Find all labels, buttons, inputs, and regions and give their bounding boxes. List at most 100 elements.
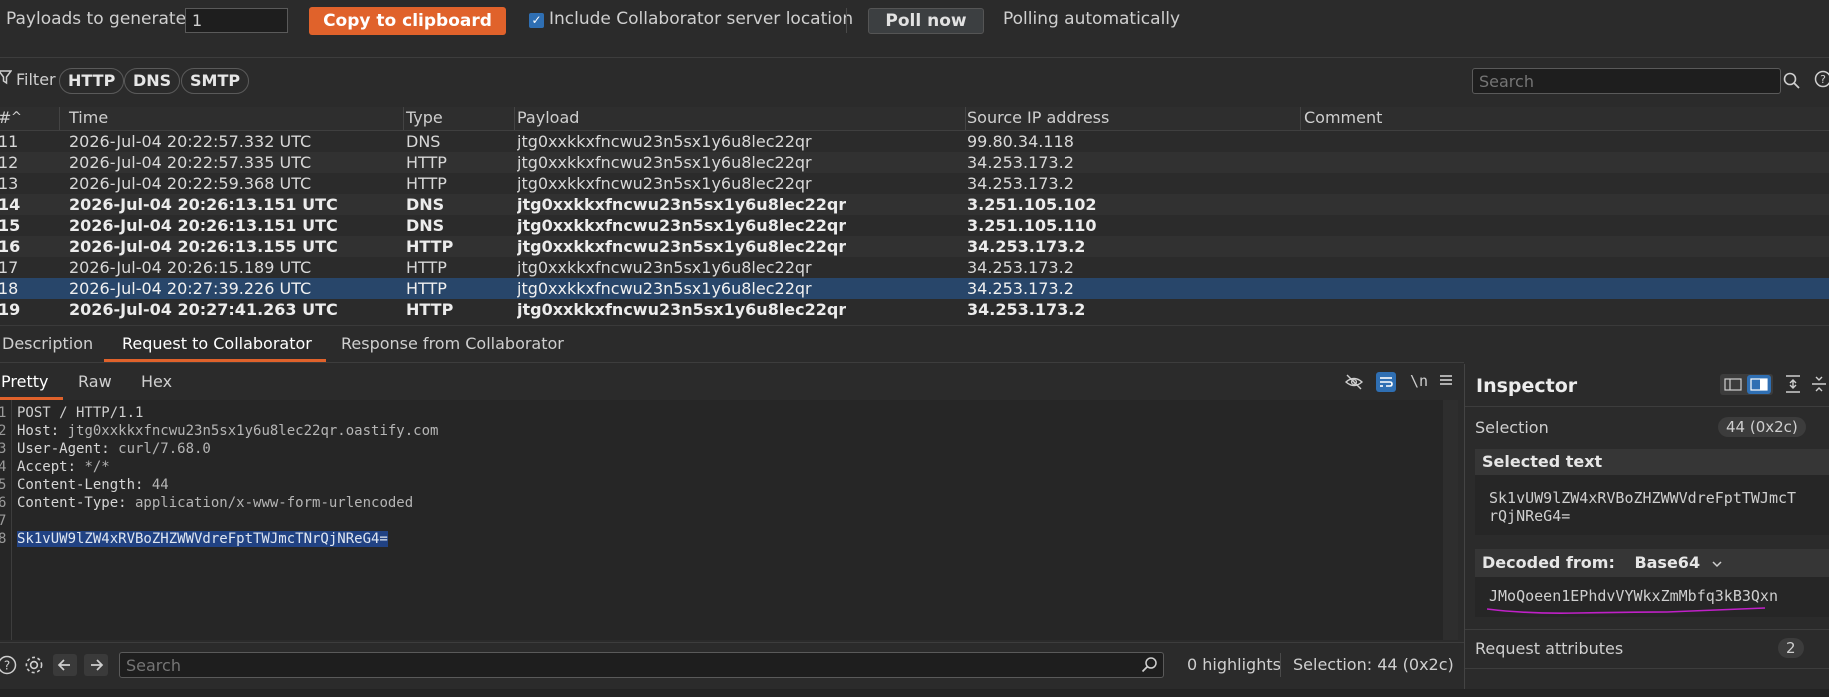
chevron-down-icon[interactable] [1712,553,1722,572]
cell-source-ip: 34.253.173.2 [967,279,1074,298]
header-value: curl/7.68.0 [109,441,211,457]
cell-payload: jtg0xxkkxfncwu23n5sx1y6u8lec22qr [517,216,847,235]
cell-type: HTTP [406,153,447,172]
cell-payload: jtg0xxkkxfncwu23n5sx1y6u8lec22qr [517,237,847,256]
tab-hex[interactable]: Hex [141,372,172,391]
column-divider[interactable] [59,107,60,130]
help-icon[interactable]: ? [1814,70,1829,92]
collapse-icon[interactable] [1811,374,1827,398]
header-name: User-Agent: [17,441,110,457]
cell-payload: jtg0xxkkxfncwu23n5sx1y6u8lec22qr [517,174,812,193]
cell-payload: jtg0xxkkxfncwu23n5sx1y6u8lec22qr [517,279,812,298]
request-attributes-row[interactable]: Request attributes 2 [1465,630,1829,668]
request-body-selected: Sk1vUW9lZW4xRVBoZHZWWVdreFptTWJmcTNrQjNR… [17,531,388,547]
next-match-icon[interactable] [84,654,108,676]
layout-horizontal-icon[interactable] [1724,377,1742,396]
cell-num: 16 [0,237,21,256]
layout-toggle[interactable] [1720,374,1773,395]
cell-time: 2026-Jul-04 20:27:39.226 UTC [69,279,312,298]
request-line: Content-Length: 44 [17,476,169,494]
request-editor[interactable]: 1 POST / HTTP/1.1 2 Host: jtg0xxkkxfncwu23n… [0,400,1458,640]
col-header-type[interactable]: Type [406,107,443,129]
help-icon[interactable]: ? [0,655,17,679]
word-wrap-icon[interactable] [1376,372,1396,392]
table-row[interactable]: 15 2026-Jul-04 20:26:13.151 UTC DNS jtg0xxk… [0,215,1829,236]
table-row[interactable]: 14 2026-Jul-04 20:26:13.151 UTC DNS jtg0xxk… [0,194,1829,215]
filter-chip-smtp[interactable]: SMTP [181,68,250,94]
table-row[interactable]: 13 2026-Jul-04 20:22:59.368 UTC HTTP jtg0xx… [0,173,1829,194]
poll-now-button[interactable]: Poll now [868,8,984,34]
line-number: 7 [0,513,7,529]
cell-num: 18 [0,279,19,298]
cell-payload: jtg0xxkkxfncwu23n5sx1y6u8lec22qr [517,153,812,172]
expand-icon[interactable] [1785,374,1801,398]
cell-source-ip: 99.80.34.118 [967,132,1074,151]
column-divider[interactable] [403,107,404,130]
divider [1465,406,1829,407]
decoded-value: JMoQoeen1EPhdvVYWkxZmMbfq3kB3Qxn [1489,587,1778,605]
menu-icon[interactable] [1439,372,1453,392]
table-row[interactable]: 11 2026-Jul-04 20:22:57.332 UTC DNS jtg0xxk… [0,131,1829,152]
filter-chip-dns[interactable]: DNS [124,68,181,94]
table-row[interactable]: 16 2026-Jul-04 20:26:13.155 UTC HTTP jtg0xx… [0,236,1829,257]
table-row[interactable]: 18 2026-Jul-04 20:27:39.226 UTC HTTP jtg0xx… [0,278,1829,299]
layout-vertical-icon[interactable] [1747,375,1771,394]
editor-search-input[interactable] [119,652,1164,678]
gear-icon[interactable] [23,654,45,680]
previous-match-icon[interactable] [53,654,77,676]
cell-payload: jtg0xxkkxfncwu23n5sx1y6u8lec22qr [517,132,812,151]
copy-to-clipboard-button[interactable]: Copy to clipboard [309,7,506,35]
tab-description[interactable]: Description [2,334,93,353]
search-icon[interactable] [1783,72,1801,94]
col-header-source-ip[interactable]: Source IP address [967,107,1109,129]
cell-payload: jtg0xxkkxfncwu23n5sx1y6u8lec22qr [517,300,847,319]
decoded-from-header[interactable]: Decoded from: Base64 [1475,549,1829,577]
cell-type: HTTP [406,300,454,319]
selected-text-title: Selected text [1482,452,1603,471]
search-icon[interactable] [1141,656,1158,677]
tab-request-to-collaborator[interactable]: Request to Collaborator [122,334,312,353]
col-header-time[interactable]: Time [69,107,108,129]
status-strip [0,689,1829,697]
divider [1465,668,1829,669]
decoding-format-select[interactable]: Base64 [1634,553,1700,572]
col-header-num[interactable]: # [0,107,11,129]
table-row[interactable]: 19 2026-Jul-04 20:27:41.263 UTC HTTP jtg0xx… [0,299,1829,320]
cell-source-ip: 34.253.173.2 [967,153,1074,172]
filter-chip-http[interactable]: HTTP [59,68,125,94]
tab-raw[interactable]: Raw [78,372,112,391]
header-value: */* [76,459,110,475]
column-divider[interactable] [965,107,966,130]
cell-source-ip: 34.253.173.2 [967,258,1074,277]
table-search-input[interactable] [1472,68,1781,94]
filter-label[interactable]: Filter [16,70,56,89]
cell-type: HTTP [406,174,447,193]
editor-scrollbar[interactable] [1443,400,1458,640]
newline-toggle-icon[interactable]: \n [1410,372,1428,390]
request-line: POST / HTTP/1.1 [17,404,143,422]
view-tabs: Pretty Raw Hex \n [0,364,1464,400]
selected-text-box[interactable]: Sk1vUW9lZW4xRVBoZHZWWVdreFptTWJmcT rQjNR… [1475,475,1829,535]
include-location-checkbox[interactable]: ✓ [529,13,544,28]
column-divider[interactable] [1300,107,1301,130]
cell-num: 19 [0,300,21,319]
sort-ascending-icon: ^ [11,110,22,125]
hide-non-printable-icon[interactable] [1344,374,1364,394]
cell-time: 2026-Jul-04 20:22:57.335 UTC [69,153,312,172]
selected-text-header[interactable]: Selected text [1475,449,1829,475]
payloads-count-input[interactable] [185,8,288,33]
table-row[interactable]: 12 2026-Jul-04 20:22:57.335 UTC HTTP jtg0xx… [0,152,1829,173]
tab-pretty[interactable]: Pretty [1,372,48,391]
cell-num: 11 [0,132,19,151]
top-toolbar: Payloads to generate: Copy to clipboard … [0,0,1829,42]
col-header-payload[interactable]: Payload [517,107,579,129]
column-divider[interactable] [514,107,515,130]
selected-text-line: Sk1vUW9lZW4xRVBoZHZWWVdreFptTWJmcT [1489,489,1797,507]
table-row[interactable]: 17 2026-Jul-04 20:26:15.189 UTC HTTP jtg0xx… [0,257,1829,278]
col-header-comment[interactable]: Comment [1304,107,1382,129]
svg-text:?: ? [4,659,10,673]
cell-type: HTTP [406,279,447,298]
line-number: 6 [0,495,7,511]
filter-icon[interactable] [0,69,13,89]
tab-response-from-collaborator[interactable]: Response from Collaborator [341,334,564,353]
